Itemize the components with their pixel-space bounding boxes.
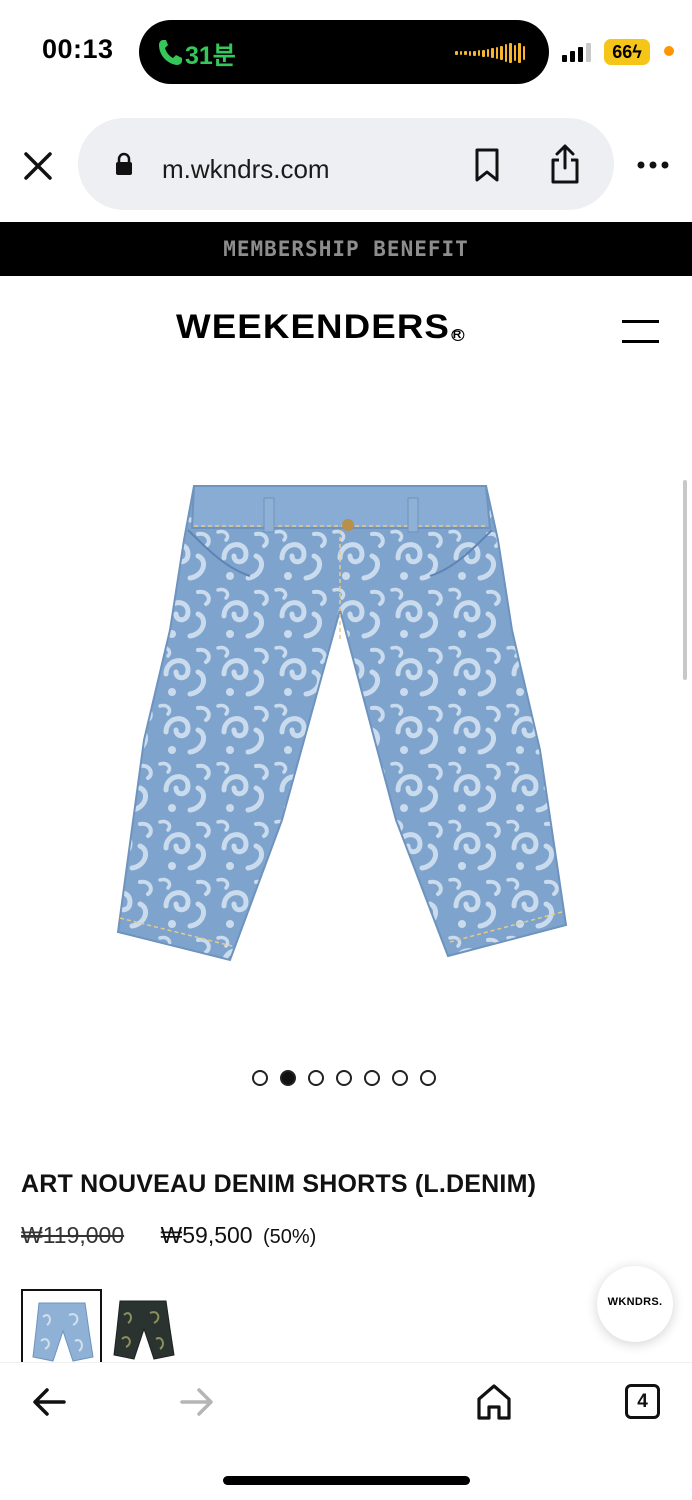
forward-arrow-icon[interactable] [180,1387,214,1417]
home-icon[interactable] [476,1383,512,1421]
phone-icon [159,40,182,65]
lock-icon [116,152,132,175]
carousel-dot[interactable] [392,1070,408,1086]
sale-price: ₩59,500 [160,1222,253,1248]
discount-rate: (50%) [262,1226,317,1248]
color-swatch-light-denim[interactable] [21,1289,102,1369]
promo-banner[interactable]: MEMBERSHIP BENEFIT [0,222,692,276]
url-field[interactable]: m.wkndrs.com [78,118,614,210]
audio-waveform-icon [455,42,525,64]
product-image[interactable] [100,470,580,980]
floating-brand-button[interactable]: WKNDRS. [597,1266,673,1342]
black-denim-thumbnail [113,1300,175,1360]
more-icon[interactable] [636,160,670,170]
carousel-dot[interactable] [336,1070,352,1086]
call-indicator[interactable]: 31분 [139,20,549,84]
carousel-dot[interactable] [364,1070,380,1086]
original-price: ₩119,000 [21,1222,125,1248]
page-scrollbar[interactable] [683,480,687,680]
light-denim-thumbnail [32,1302,94,1362]
floating-badge-text: WKNDRS. [607,1296,663,1308]
carousel-dot[interactable] [308,1070,324,1086]
bookmark-icon[interactable] [474,148,500,182]
back-arrow-icon[interactable] [32,1387,66,1417]
tabs-icon[interactable]: 4 [625,1384,660,1419]
carousel-dot-active[interactable] [280,1070,296,1086]
privacy-dot [664,46,674,56]
call-duration: 31분 [185,42,236,70]
status-bar: 00:13 31분 66ϟ [0,0,692,100]
close-icon[interactable] [22,150,54,182]
price-row: ₩119,000 ₩59,500 (50%) [21,1222,316,1249]
product-title: ART NOUVEAU DENIM SHORTS (L.DENIM) [21,1170,537,1198]
promo-banner-text: MEMBERSHIP BENEFIT [223,237,469,261]
battery-level: 66 [612,42,633,62]
site-header: WEEKENDERS R [0,280,692,380]
browser-address-bar: m.wkndrs.com [0,110,692,220]
carousel-dot[interactable] [420,1070,436,1086]
home-indicator[interactable] [223,1476,470,1485]
carousel-dot[interactable] [252,1070,268,1086]
brand-logo[interactable]: WEEKENDERS R [176,308,465,347]
brand-logo-text: WEEKENDERS [176,308,450,346]
battery-indicator: 66ϟ [604,39,650,65]
image-carousel-dots [252,1070,436,1088]
share-icon[interactable] [550,144,580,184]
charging-icon: ϟ [632,42,642,62]
menu-icon[interactable] [622,320,659,344]
status-time: 00:13 [42,34,114,64]
cellular-signal-icon [562,42,594,62]
color-swatch-black-denim[interactable] [108,1291,178,1363]
registered-mark-icon: R [451,329,465,341]
url-text: m.wkndrs.com [162,154,330,184]
